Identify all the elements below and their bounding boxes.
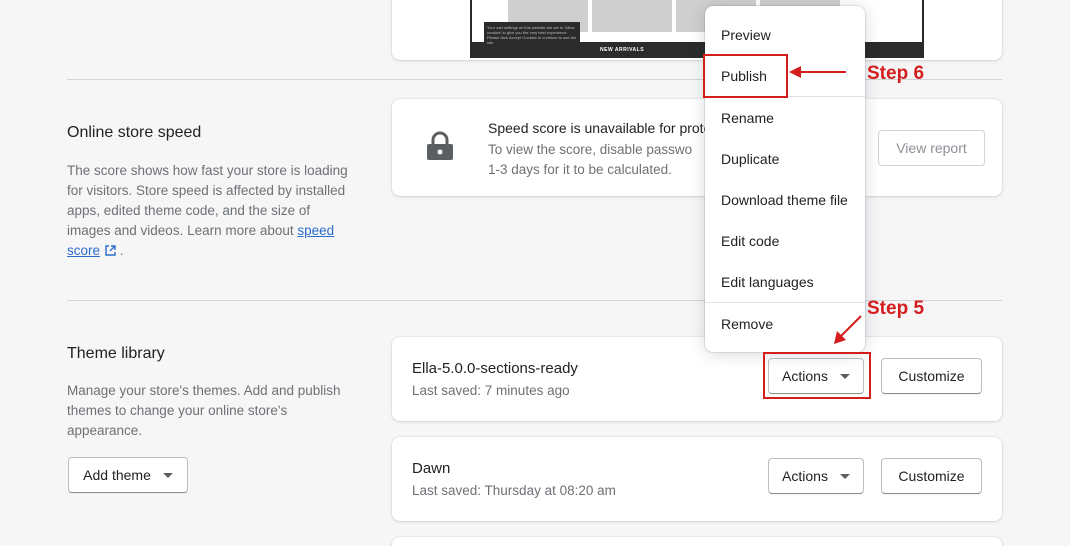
theme-library-title: Theme library: [67, 345, 165, 362]
theme-card-dawn: Dawn Last saved: Thursday at 08:20 am Ac…: [392, 437, 1002, 521]
theme-card-ella: Ella-5.0.0-sections-ready Last saved: 7 …: [392, 337, 1002, 421]
speed-card-body: To view the score, disable passwo: [488, 142, 693, 157]
external-link-icon: [105, 242, 116, 262]
speed-score-card: Speed score is unavailable for prote To …: [392, 99, 1002, 196]
speed-section-title: Online store speed: [67, 124, 202, 141]
view-report-button[interactable]: View report: [878, 130, 985, 166]
theme-name: Dawn: [412, 460, 451, 477]
menu-separator: [705, 302, 865, 303]
customize-button[interactable]: Customize: [881, 358, 982, 394]
add-theme-button[interactable]: Add theme: [68, 457, 188, 493]
chevron-down-icon: [162, 472, 173, 478]
step5-label: Step 5: [867, 298, 925, 319]
menu-item-rename[interactable]: Rename: [721, 110, 774, 126]
speed-section-description: The score shows how fast your store is l…: [67, 161, 357, 262]
step6-label: Step 6: [867, 63, 925, 84]
lock-icon: [426, 131, 454, 166]
mini-badge: w 200px: [882, 20, 915, 42]
theme-last-saved: Last saved: 7 minutes ago: [412, 383, 570, 398]
theme-library-description: Manage your store's themes. Add and publ…: [67, 383, 341, 438]
menu-item-preview[interactable]: Preview: [721, 27, 771, 43]
menu-item-edit-languages[interactable]: Edit languages: [721, 274, 814, 290]
menu-item-download-theme-file[interactable]: Download theme file: [721, 192, 848, 208]
theme-card-partial: [392, 537, 1002, 546]
menu-item-edit-code[interactable]: Edit code: [721, 233, 779, 249]
publish-highlight: [703, 54, 788, 98]
speed-card-body-2: 1-3 days for it to be calculated.: [488, 162, 672, 177]
speed-card-title: Speed score is unavailable for prote: [488, 120, 712, 136]
chevron-down-icon: [839, 473, 850, 479]
theme-last-saved: Last saved: Thursday at 08:20 am: [412, 483, 616, 498]
customize-button[interactable]: Customize: [881, 458, 982, 494]
theme-preview-card: Your cart settings on this website are s…: [392, 0, 1002, 60]
menu-item-duplicate[interactable]: Duplicate: [721, 151, 779, 167]
menu-item-remove[interactable]: Remove: [721, 316, 773, 332]
mini-cookie-notice: Your cart settings on this website are s…: [484, 22, 580, 56]
actions-button[interactable]: Actions: [768, 458, 864, 494]
mini-caption: NEW ARRIVALS: [600, 47, 645, 53]
theme-name: Ella-5.0.0-sections-ready: [412, 360, 578, 377]
actions-highlight: [763, 352, 871, 399]
